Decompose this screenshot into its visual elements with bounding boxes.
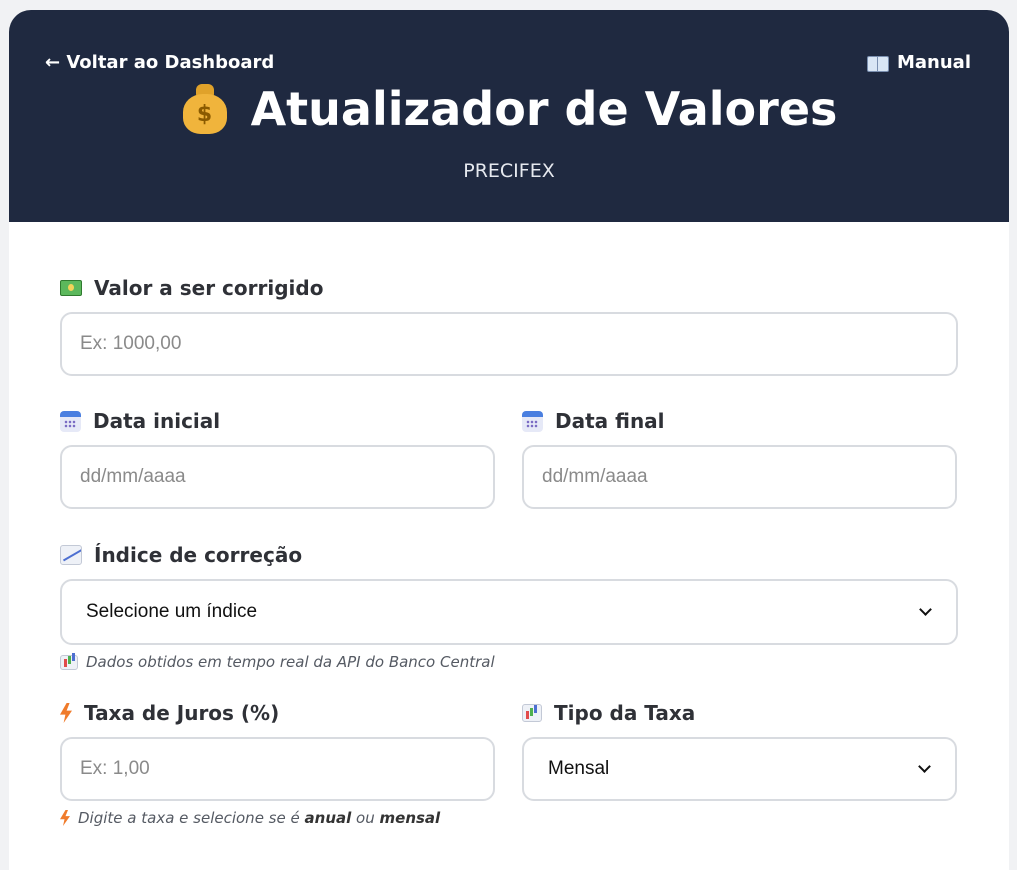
cash-icon <box>60 280 82 296</box>
taxa-hint: Digite a taxa e selecione se é anual ou … <box>60 809 958 827</box>
manual-link[interactable]: Manual <box>866 52 971 73</box>
valor-label-text: Valor a ser corrigido <box>94 276 324 300</box>
valor-label: Valor a ser corrigido <box>60 274 958 302</box>
page-header: ← Voltar ao Dashboard Manual $ Atualizad… <box>9 10 1009 222</box>
taxa-group: Taxa de Juros (%) <box>60 699 495 801</box>
indice-select[interactable]: Selecione um índice <box>60 579 958 645</box>
bolt-icon <box>60 703 72 723</box>
bar-chart-icon <box>522 704 542 722</box>
data-inicial-input[interactable] <box>60 445 495 509</box>
tipo-taxa-select[interactable]: Mensal <box>522 737 957 801</box>
title-row: $ Atualizador de Valores <box>9 82 1009 136</box>
data-inicial-label-text: Data inicial <box>93 409 221 433</box>
tipo-taxa-label-text: Tipo da Taxa <box>554 701 696 725</box>
indice-hint-text: Dados obtidos em tempo real da API do Ba… <box>86 653 495 671</box>
taxa-label-text: Taxa de Juros (%) <box>84 701 280 725</box>
data-final-group: Data final <box>522 407 957 509</box>
calendar-icon <box>522 410 543 432</box>
indice-selected-value: Selecione um índice <box>86 601 258 622</box>
taxa-row: Taxa de Juros (%) Tipo da Taxa Mensal <box>60 699 958 801</box>
bar-chart-icon <box>60 654 78 670</box>
chart-up-icon <box>60 545 82 565</box>
taxa-hint-text: Digite a taxa e selecione se é anual ou … <box>78 809 441 827</box>
data-final-label-text: Data final <box>555 409 665 433</box>
bolt-icon <box>60 810 70 826</box>
moneybag-icon: $ <box>181 82 229 136</box>
indice-hint: Dados obtidos em tempo real da API do Ba… <box>60 653 958 671</box>
back-to-dashboard-link[interactable]: ← Voltar ao Dashboard <box>45 52 274 73</box>
tipo-taxa-label: Tipo da Taxa <box>522 699 957 727</box>
taxa-label: Taxa de Juros (%) <box>60 699 495 727</box>
indice-label: Índice de correção <box>60 541 958 569</box>
tipo-taxa-group: Tipo da Taxa Mensal <box>522 699 957 801</box>
valor-input[interactable] <box>60 312 958 376</box>
correction-form: Valor a ser corrigido Data inicial Data … <box>60 274 958 827</box>
main-card: ← Voltar ao Dashboard Manual $ Atualizad… <box>9 10 1009 870</box>
page-title: Atualizador de Valores <box>250 82 838 136</box>
data-final-label: Data final <box>522 407 957 435</box>
chevron-down-icon <box>919 602 932 616</box>
taxa-input[interactable] <box>60 737 495 801</box>
data-final-input[interactable] <box>522 445 957 509</box>
manual-label: Manual <box>896 52 971 73</box>
data-inicial-label: Data inicial <box>60 407 495 435</box>
book-icon <box>866 55 889 72</box>
tipo-taxa-selected-value: Mensal <box>548 758 610 779</box>
chevron-down-icon <box>918 759 931 773</box>
calendar-icon <box>60 410 81 432</box>
dates-row: Data inicial Data final <box>60 407 958 509</box>
data-inicial-group: Data inicial <box>60 407 495 509</box>
indice-label-text: Índice de correção <box>94 543 303 567</box>
brand-subtitle: PRECIFEX <box>463 160 555 182</box>
